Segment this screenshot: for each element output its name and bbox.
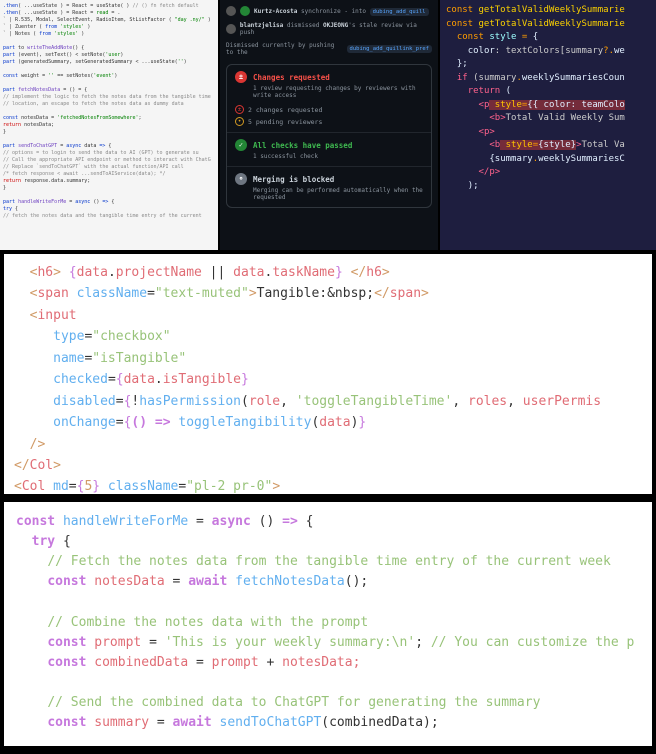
code-line bbox=[3, 38, 215, 45]
code-line: // fetch the notes data and the tangible… bbox=[3, 213, 215, 220]
avatar bbox=[240, 6, 250, 16]
bottom-code-block: const handleWriteForMe = async () => { t… bbox=[0, 498, 656, 750]
code-line: return notesData; bbox=[3, 122, 215, 129]
panel-dark-code: const getTotalValidWeeklySummarie const … bbox=[440, 0, 656, 250]
check-subline: 5 pending reviewers bbox=[248, 118, 322, 126]
top-row: .then( ...useState ) = React = useState(… bbox=[0, 0, 656, 250]
code-line: // options = to login to send the data t… bbox=[3, 150, 215, 157]
code-line: .then( ...useState ) = React = useState(… bbox=[3, 3, 215, 10]
check-subline: 2 changes requested bbox=[248, 106, 322, 114]
check-title: Changes requested bbox=[253, 73, 330, 82]
code-line: ` | Notes ( from 'styles' ) bbox=[3, 31, 215, 38]
code-line bbox=[3, 80, 215, 87]
code-line: // location, an escape to fetch the note… bbox=[3, 101, 215, 108]
merge-blocked-icon: ⚬ bbox=[235, 173, 247, 185]
changes-requested-icon: ± bbox=[235, 71, 247, 83]
middle-code-block: <h6> {data.projectName || data.taskName}… bbox=[0, 250, 656, 498]
code-line: ` | Zuenter ( from 'styles' ) bbox=[3, 24, 215, 31]
panel-github-checks: Kurtz-Acosta synchronize - into dubing_a… bbox=[220, 0, 438, 250]
code-line: part fetchNotesData = () = { bbox=[3, 87, 215, 94]
code-line: part (event), setText() < setNote('user) bbox=[3, 52, 215, 59]
code-line bbox=[3, 136, 215, 143]
check-changes-requested[interactable]: ± Changes requested 1 review requesting … bbox=[227, 65, 431, 133]
code-line: part handleWriteForMe = async () => { bbox=[3, 199, 215, 206]
code-line: try { bbox=[3, 206, 215, 213]
commit-event: Kurtz-Acosta synchronize - into dubing_a… bbox=[226, 6, 432, 16]
code-line: part to writeTheAddNote() { bbox=[3, 45, 215, 52]
code-line: // implement the logic to fetch the note… bbox=[3, 94, 215, 101]
username[interactable]: OKJEONG bbox=[323, 22, 348, 29]
code-line: .then( ...useState ) = React = read = . bbox=[3, 10, 215, 17]
code-line: part sendToChatGPT = async data => { bbox=[3, 143, 215, 150]
avatar bbox=[226, 6, 236, 16]
checks-block: ± Changes requested 1 review requesting … bbox=[226, 64, 432, 208]
username[interactable]: Kurtz-Acosta bbox=[254, 8, 297, 15]
code-line: // Replace `sendToChatGPT` with the actu… bbox=[3, 164, 215, 171]
code-line: /* fetch response < await ...sendToAISer… bbox=[3, 171, 215, 178]
check-title: Merging is blocked bbox=[253, 175, 334, 184]
code-line: } bbox=[3, 185, 215, 192]
check-all-passed[interactable]: ✓ All checks have passed 1 successful ch… bbox=[227, 133, 431, 167]
code-line: ` | R.535, Modal, SelectEvent, RadioItem… bbox=[3, 17, 215, 24]
branch-badge[interactable]: dubing_add_quill bbox=[370, 8, 429, 16]
code-line: part (generatedSummary, setGeneratedSumm… bbox=[3, 59, 215, 66]
code-line: // Call the appropriate API endpoint or … bbox=[3, 157, 215, 164]
dismiss-reason: Dismissed currently by pushing to the du… bbox=[226, 42, 432, 56]
dismiss-event: blantzjelisa dismissed OKJEONG's stale r… bbox=[226, 22, 432, 36]
check-merge-blocked[interactable]: ⚬ Merging is blocked Merging can be perf… bbox=[227, 167, 431, 207]
check-title: All checks have passed bbox=[253, 141, 352, 150]
code-line bbox=[3, 108, 215, 115]
code-line: return response.data.summary; bbox=[3, 178, 215, 185]
username[interactable]: blantzjelisa bbox=[240, 22, 283, 29]
panel-light-code: .then( ...useState ) = React = useState(… bbox=[0, 0, 218, 250]
code-line bbox=[3, 192, 215, 199]
code-line: } bbox=[3, 129, 215, 136]
change-count-icon: ± bbox=[235, 105, 244, 114]
code-line: const weight = '' == setNotes('event') bbox=[3, 73, 215, 80]
branch-badge[interactable]: dubing_add_quillink_pref bbox=[347, 45, 432, 53]
check-subtitle: Merging can be performed automatically w… bbox=[253, 187, 423, 201]
code-line bbox=[3, 66, 215, 73]
check-pass-icon: ✓ bbox=[235, 139, 247, 151]
avatar bbox=[226, 24, 236, 34]
code-line: const notesData = 'fetchedNotesFromSomew… bbox=[3, 115, 215, 122]
check-subtitle: 1 review requesting changes by reviewers… bbox=[253, 85, 423, 99]
check-subtitle: 1 successful check bbox=[253, 153, 423, 160]
pending-icon: • bbox=[235, 117, 244, 126]
